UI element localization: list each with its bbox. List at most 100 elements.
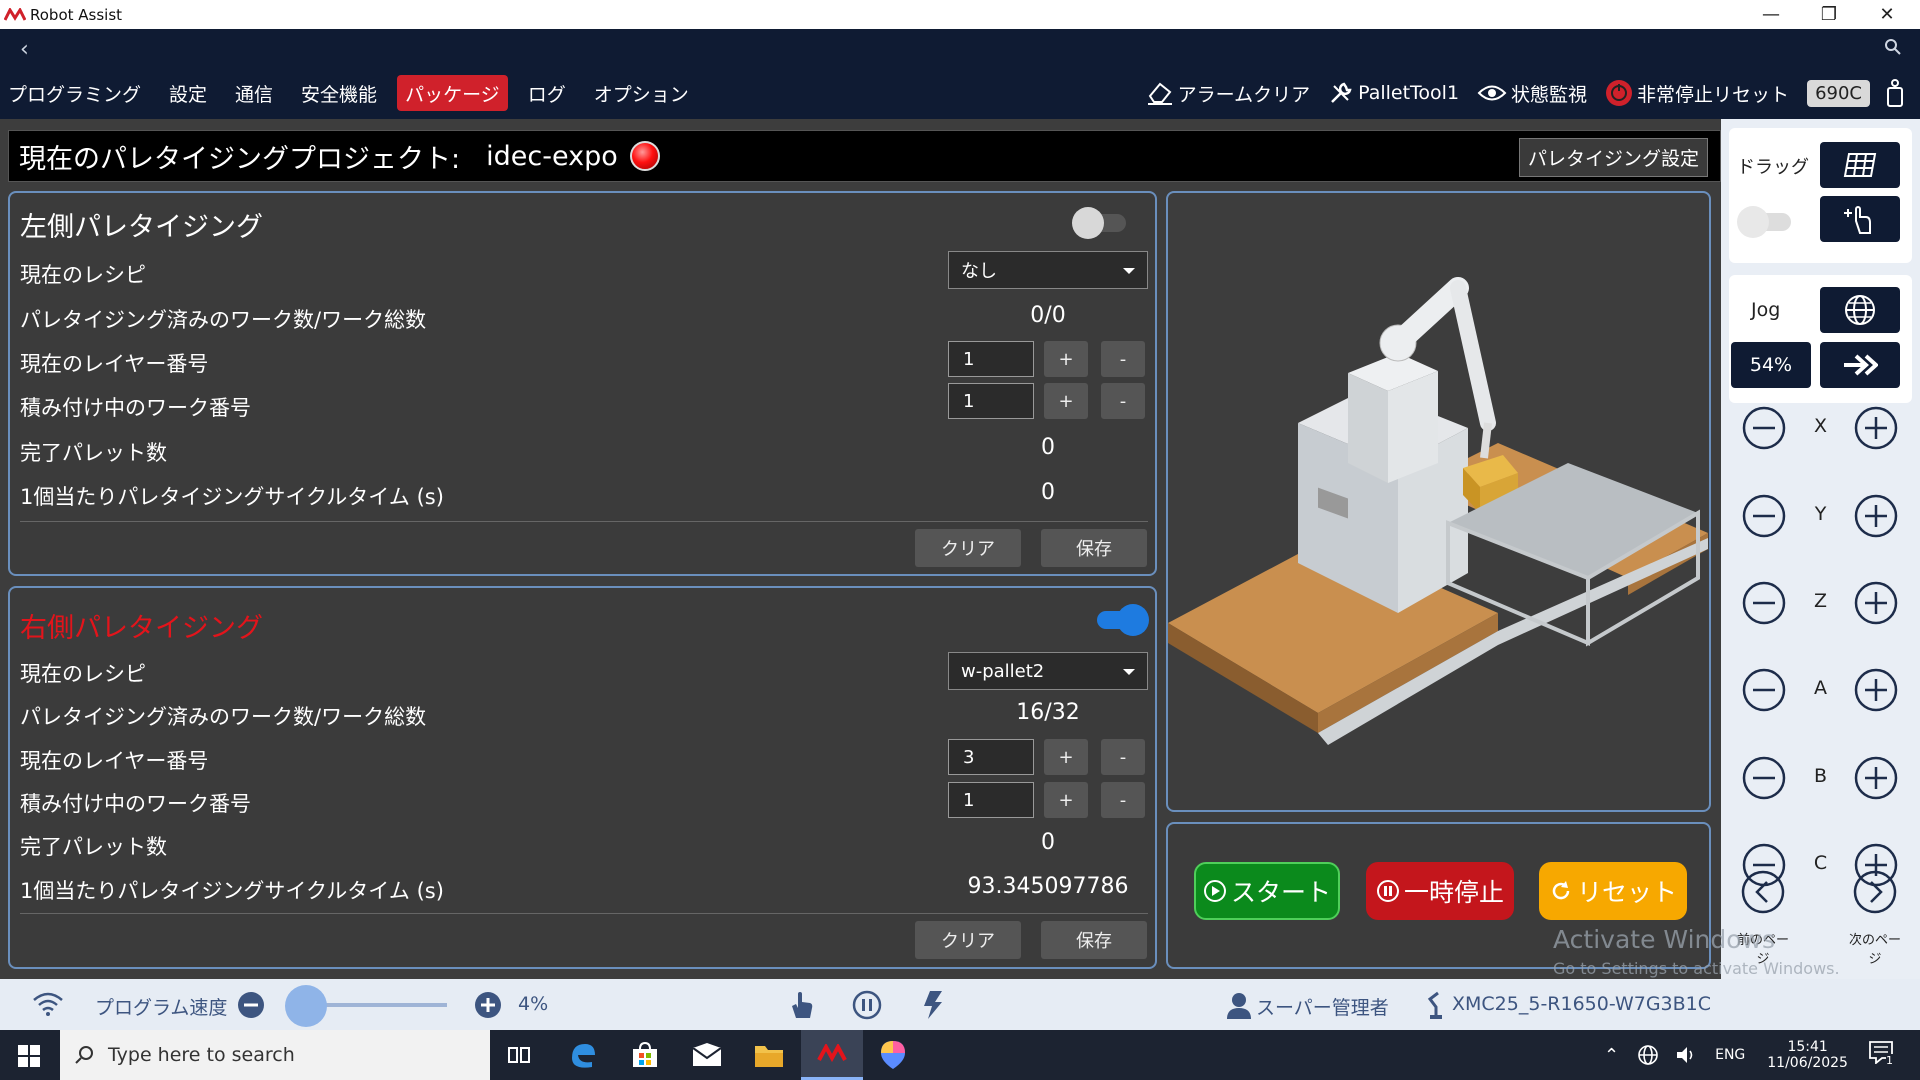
store-icon[interactable] (628, 1038, 662, 1072)
right-done-label: 完了パレット数 (20, 835, 167, 859)
app-logo-icon (4, 7, 26, 21)
left-layer-plus-button[interactable]: + (1044, 341, 1088, 377)
pause-circle-icon[interactable] (852, 990, 882, 1020)
right-recipe-select[interactable]: w-pallet2 (948, 652, 1148, 690)
right-save-button[interactable]: 保存 (1041, 921, 1147, 959)
servo-power-icon[interactable] (920, 989, 946, 1021)
robot-status-icon[interactable] (1884, 78, 1906, 108)
left-enable-toggle[interactable] (1072, 207, 1130, 239)
left-done-value: 0 (1041, 435, 1055, 460)
left-layer-minus-button[interactable]: - (1101, 341, 1145, 377)
left-cycle-label: 1個当たりパレタイジングサイクルタイム (s) (20, 485, 444, 509)
right-work-minus-button[interactable]: - (1101, 782, 1145, 818)
left-work-minus-button[interactable]: - (1101, 383, 1145, 419)
robot-arm-icon (1427, 991, 1442, 1019)
reset-icon (1552, 881, 1570, 900)
left-recipe-select[interactable]: なし (948, 251, 1148, 289)
jog-mode-button[interactable] (1820, 342, 1900, 388)
wifi-icon (33, 992, 63, 1016)
alarm-clear-button[interactable]: アラームクリア (1146, 80, 1310, 107)
axis-row-x: X (1721, 397, 1920, 457)
left-cycle-value: 0 (1041, 480, 1055, 505)
menu-communication[interactable]: 通信 (227, 75, 281, 111)
taskbar-search[interactable]: Type here to search (60, 1030, 490, 1080)
left-save-button[interactable]: 保存 (1041, 529, 1147, 567)
robot-3d-viewport[interactable] (1166, 191, 1711, 812)
search-icon (75, 1046, 93, 1064)
robot-assist-taskbar-icon[interactable] (801, 1030, 863, 1080)
x-plus-icon[interactable] (1853, 405, 1899, 451)
right-layer-plus-button[interactable]: + (1044, 739, 1088, 775)
left-work-plus-button[interactable]: + (1044, 383, 1088, 419)
right-work-plus-button[interactable]: + (1044, 782, 1088, 818)
windows-taskbar: Type here to search ⌃ ENG 15:41 11/06/20… (0, 1030, 1920, 1080)
back-icon[interactable]: ‹ (20, 37, 29, 62)
pause-icon (1376, 880, 1399, 902)
reset-button[interactable]: リセット (1539, 862, 1687, 920)
right-work-input[interactable]: 1 (948, 782, 1034, 818)
right-enable-toggle[interactable] (1091, 604, 1149, 636)
a-plus-icon[interactable] (1853, 667, 1899, 713)
coordinate-frame-button[interactable] (1820, 287, 1900, 333)
mail-icon[interactable] (690, 1038, 724, 1072)
tool-selector[interactable]: PalletTool1 (1328, 80, 1459, 106)
clock[interactable]: 15:41 11/06/2025 (1767, 1039, 1848, 1071)
left-clear-button[interactable]: クリア (915, 529, 1021, 567)
next-page-button[interactable]: 次のページ (1845, 870, 1905, 967)
jog-speed-button[interactable]: 54% (1731, 342, 1811, 388)
close-button[interactable]: ✕ (1858, 0, 1916, 29)
volume-icon[interactable] (1675, 1045, 1697, 1065)
top-navigation: ‹ プログラミング 設定 通信 安全機能 パッケージ ログ オプション アラーム… (0, 29, 1920, 119)
network-globe-icon[interactable] (1637, 1044, 1659, 1066)
status-monitor-button[interactable]: 状態監視 (1477, 80, 1587, 107)
right-layer-input[interactable]: 3 (948, 739, 1034, 775)
hand-icon[interactable] (788, 990, 816, 1020)
model-badge: 690C (1807, 79, 1870, 107)
restore-button[interactable]: ❐ (1800, 0, 1858, 29)
windows-start-icon[interactable] (18, 1045, 40, 1067)
chevron-down-icon (1123, 268, 1135, 274)
speed-plus-icon[interactable] (474, 991, 502, 1019)
edge-browser-icon[interactable] (566, 1038, 600, 1072)
start-button[interactable]: スタート (1194, 862, 1340, 920)
pause-button[interactable]: 一時停止 (1366, 862, 1514, 920)
jog-box: Jog 54% (1729, 275, 1912, 403)
menu-log[interactable]: ログ (520, 75, 574, 111)
task-view-icon[interactable] (503, 1038, 537, 1072)
left-layer-label: 現在のレイヤー番号 (20, 352, 209, 376)
jog-label: Jog (1751, 299, 1781, 321)
minimize-button[interactable]: — (1742, 0, 1800, 29)
menu-settings[interactable]: 設定 (161, 75, 215, 111)
menu-safety[interactable]: 安全機能 (293, 75, 385, 111)
speed-slider-knob[interactable] (284, 985, 327, 1027)
b-plus-icon[interactable] (1853, 755, 1899, 801)
chevron-left-icon (1741, 870, 1785, 914)
menu-options[interactable]: オプション (586, 75, 697, 111)
right-clear-button[interactable]: クリア (915, 921, 1021, 959)
search-icon[interactable] (1884, 38, 1902, 56)
file-explorer-icon[interactable] (752, 1038, 786, 1072)
estop-reset-button[interactable]: 非常停止リセット (1605, 79, 1789, 107)
eraser-icon (1147, 82, 1172, 105)
left-work-input[interactable]: 1 (948, 383, 1034, 419)
menu-package[interactable]: パッケージ (397, 75, 508, 111)
z-plus-icon[interactable] (1853, 580, 1899, 626)
notification-center-icon[interactable]: 1 (1868, 1040, 1898, 1070)
palletizing-settings-button[interactable]: パレタイジング設定 (1518, 138, 1708, 177)
paint-app-icon[interactable] (876, 1038, 910, 1072)
clock-date: 11/06/2025 (1767, 1055, 1848, 1071)
hand-drag-button[interactable] (1820, 196, 1900, 242)
chevron-up-icon[interactable]: ⌃ (1604, 1045, 1619, 1066)
menu-programming[interactable]: プログラミング (0, 75, 149, 111)
language-indicator[interactable]: ENG (1715, 1047, 1745, 1063)
right-layer-minus-button[interactable]: - (1101, 739, 1145, 775)
title-bar: Robot Assist — ❐ ✕ (0, 0, 1920, 29)
y-plus-icon[interactable] (1853, 493, 1899, 539)
drag-toggle[interactable] (1737, 206, 1795, 238)
grid-view-button[interactable] (1820, 142, 1900, 188)
left-layer-input[interactable]: 1 (948, 341, 1034, 377)
speed-minus-icon[interactable] (237, 991, 265, 1019)
speed-slider[interactable] (284, 985, 447, 1027)
right-palletizing-panel: 右側パレタイジング 現在のレシピ w-pallet2 パレタイジング済みのワーク… (8, 586, 1157, 969)
clock-time: 15:41 (1787, 1039, 1828, 1055)
